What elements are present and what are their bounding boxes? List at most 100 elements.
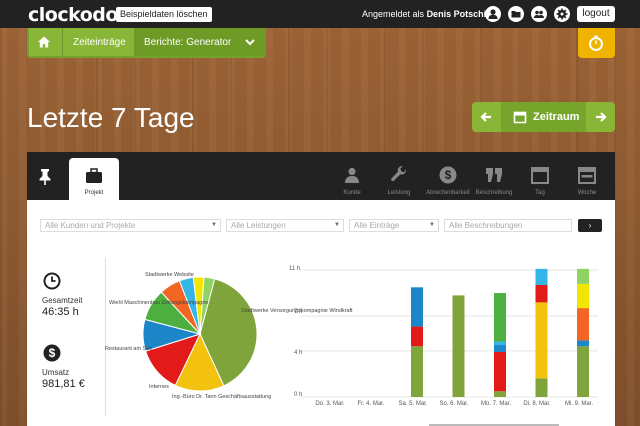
x-label-day-2: Fr. 4. Mar. (357, 401, 385, 407)
folder-icon[interactable] (508, 6, 524, 22)
pie-label-tann: Ing.-Büro Dr. Tann Geschäftsausstattung (172, 394, 272, 400)
bar-segment-6-1 (577, 340, 589, 347)
revenue-label: Umsatz (42, 368, 70, 377)
tab-week[interactable]: Woche (562, 158, 612, 200)
bar-segment-5-3 (535, 268, 548, 286)
tab-service-label: Leistung (387, 190, 411, 196)
bar-segment-6-3 (577, 283, 589, 309)
pie-label-restaurant: Restaurant am See (105, 346, 153, 352)
tab-project-label: Projekt (84, 190, 104, 196)
report-panel: Projekt Kunde Leistung $ Abrechenbarkeit… (27, 152, 615, 426)
clockodo-logo[interactable]: clockodo (28, 4, 118, 26)
service-select[interactable]: Alle Leistungen ▼ (226, 219, 344, 232)
revenue-value: 981,81 € (42, 378, 85, 390)
dropdown-arrow-icon: ▼ (334, 222, 340, 228)
stopwatch-button[interactable] (578, 28, 615, 58)
tab-description[interactable]: Beschreibung (469, 158, 519, 200)
delete-demo-data-button[interactable]: Beispieldaten löschen (116, 7, 212, 22)
y-tick-7: 7 h (294, 309, 303, 315)
x-label-day-6: Di. 8. Mar. (523, 401, 551, 407)
next-range-button[interactable] (587, 102, 615, 132)
svg-text:$: $ (445, 168, 452, 182)
logged-in-text: Angemeldet als Denis Potschien (362, 9, 497, 19)
pin-icon[interactable] (37, 168, 53, 186)
total-time-value: 46:35 h (42, 306, 79, 318)
x-label-day-3: Sa. 5. Mar. (398, 401, 428, 407)
previous-range-button[interactable] (472, 102, 500, 132)
x-label-day-1: Do. 3. Mar. (315, 401, 345, 407)
nav-report-generator-label: Berichte: Generator (144, 37, 232, 48)
chevron-down-icon (245, 39, 255, 46)
tab-billability-label: Abrechenbarkeit (426, 190, 470, 196)
main-nav: Zeiteinträge Berichte: Generator (27, 28, 266, 58)
description-filter-placeholder: Alle Beschreibungen (449, 221, 523, 230)
bar-segment-6-2 (577, 308, 589, 341)
range-button-label: Zeitraum (533, 111, 580, 123)
dropdown-arrow-icon: ▼ (211, 222, 217, 228)
user-icon[interactable] (485, 6, 501, 22)
vertical-divider (105, 258, 106, 416)
arrow-left-icon (480, 112, 491, 122)
bar-segment-5-2 (535, 285, 548, 303)
bar-segment-3-0 (452, 295, 465, 397)
calendar-week-icon (578, 167, 596, 184)
x-label-day-7: Mi. 9. Mar. (564, 401, 593, 407)
y-tick-4: 4 h (294, 350, 303, 356)
dropdown-arrow-icon: ▼ (429, 222, 435, 228)
tab-billability[interactable]: $ Abrechenbarkeit (423, 158, 473, 200)
bar-segment-6-0 (577, 346, 589, 397)
pie-label-internes: Internes (149, 384, 169, 390)
apply-filter-button[interactable]: › (578, 219, 602, 232)
stopwatch-icon (589, 35, 603, 51)
bar-segment-5-1 (535, 302, 548, 379)
top-bar: clockodo Beispieldaten löschen Angemelde… (0, 0, 640, 28)
wrench-icon (391, 166, 407, 182)
entries-select-value: Alle Einträge (354, 221, 400, 230)
y-tick-11: 11 h (289, 266, 301, 272)
logout-button[interactable]: logout (577, 6, 615, 22)
nav-divider (62, 28, 63, 56)
bar-segment-4-1 (494, 351, 506, 392)
briefcase-icon (86, 168, 102, 183)
dollar-icon: $ (439, 166, 457, 184)
logged-in-prefix: Angemeldet als (362, 9, 425, 19)
gear-icon[interactable] (554, 6, 570, 22)
pie-label-wiehl: Wiehl Maschinenbau Zeitungskampagne (109, 300, 209, 306)
description-filter-input[interactable]: Alle Beschreibungen (444, 219, 572, 232)
person-icon (345, 167, 359, 183)
tab-day[interactable]: Tag (515, 158, 565, 200)
service-select-value: Alle Leistungen (231, 221, 286, 230)
calendar-icon (513, 111, 527, 124)
range-control: Zeitraum (472, 102, 615, 132)
users-icon[interactable] (531, 6, 547, 22)
tab-customer[interactable]: Kunde (327, 158, 377, 200)
bar-segment-4-4 (494, 293, 506, 342)
tab-week-label: Woche (577, 190, 597, 196)
quote-icon (486, 168, 502, 182)
nav-time-entries[interactable]: Zeiteinträge (73, 37, 126, 48)
tab-service[interactable]: Leistung (374, 158, 424, 200)
y-tick-0: 0 h (294, 392, 303, 398)
tab-project[interactable]: Projekt (69, 158, 119, 200)
svg-text:$: $ (49, 346, 56, 360)
tab-day-label: Tag (535, 190, 545, 196)
tab-customer-label: Kunde (343, 190, 361, 196)
bar-segment-6-4 (577, 268, 589, 284)
clock-icon (43, 272, 61, 290)
bar-segment-2-2 (411, 287, 423, 327)
customer-project-select[interactable]: Alle Kunden und Projekte ▼ (40, 219, 221, 232)
daily-bar-chart (300, 268, 598, 398)
money-icon: $ (43, 344, 61, 362)
range-button[interactable]: Zeitraum (501, 102, 586, 132)
entries-select[interactable]: Alle Einträge ▼ (349, 219, 439, 232)
x-label-day-5: Mo. 7. Mar. (480, 401, 511, 407)
bar-segment-4-3 (494, 341, 506, 346)
bar-segment-5-0 (535, 378, 548, 397)
page-title: Letzte 7 Tage (27, 102, 195, 133)
calendar-day-icon (531, 167, 549, 184)
arrow-right-icon (596, 112, 607, 122)
x-label-day-4: So. 6. Mar. (439, 401, 469, 407)
bar-segment-2-1 (411, 326, 423, 347)
home-icon[interactable] (37, 35, 51, 49)
nav-report-generator[interactable]: Berichte: Generator (134, 28, 266, 56)
